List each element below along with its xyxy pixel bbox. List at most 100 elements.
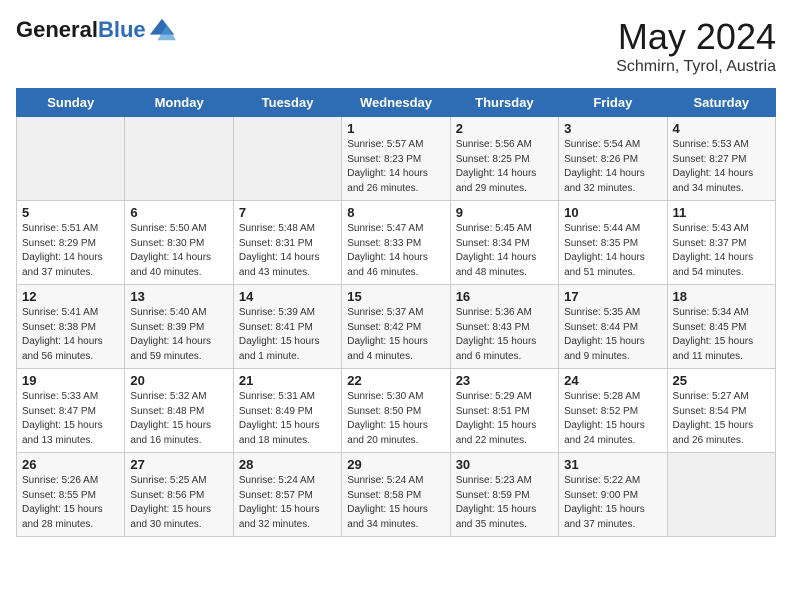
calendar-cell [667, 453, 775, 537]
day-info: Sunrise: 5:45 AMSunset: 8:34 PMDaylight:… [456, 222, 553, 280]
day-info: Sunrise: 5:44 AMSunset: 8:35 PMDaylight:… [564, 222, 661, 280]
calendar-cell: 23 Sunrise: 5:29 AMSunset: 8:51 PMDaylig… [450, 369, 558, 453]
calendar-week-1: 1 Sunrise: 5:57 AMSunset: 8:23 PMDayligh… [17, 117, 776, 201]
day-info: Sunrise: 5:36 AMSunset: 8:43 PMDaylight:… [456, 306, 553, 364]
calendar-cell: 7 Sunrise: 5:48 AMSunset: 8:31 PMDayligh… [233, 201, 341, 285]
day-number: 25 [673, 373, 770, 388]
day-number: 16 [456, 289, 553, 304]
day-header-friday: Friday [559, 89, 667, 117]
day-number: 5 [22, 205, 119, 220]
calendar-cell: 6 Sunrise: 5:50 AMSunset: 8:30 PMDayligh… [125, 201, 233, 285]
calendar-cell: 11 Sunrise: 5:43 AMSunset: 8:37 PMDaylig… [667, 201, 775, 285]
calendar-cell: 9 Sunrise: 5:45 AMSunset: 8:34 PMDayligh… [450, 201, 558, 285]
day-info: Sunrise: 5:33 AMSunset: 8:47 PMDaylight:… [22, 390, 119, 448]
day-number: 19 [22, 373, 119, 388]
day-number: 21 [239, 373, 336, 388]
calendar-cell: 30 Sunrise: 5:23 AMSunset: 8:59 PMDaylig… [450, 453, 558, 537]
calendar-cell: 26 Sunrise: 5:26 AMSunset: 8:55 PMDaylig… [17, 453, 125, 537]
header-row: SundayMondayTuesdayWednesdayThursdayFrid… [17, 89, 776, 117]
day-info: Sunrise: 5:24 AMSunset: 8:58 PMDaylight:… [347, 474, 444, 532]
day-header-tuesday: Tuesday [233, 89, 341, 117]
day-number: 29 [347, 457, 444, 472]
day-info: Sunrise: 5:27 AMSunset: 8:54 PMDaylight:… [673, 390, 770, 448]
day-number: 7 [239, 205, 336, 220]
day-number: 4 [673, 121, 770, 136]
day-info: Sunrise: 5:47 AMSunset: 8:33 PMDaylight:… [347, 222, 444, 280]
day-header-thursday: Thursday [450, 89, 558, 117]
day-info: Sunrise: 5:34 AMSunset: 8:45 PMDaylight:… [673, 306, 770, 364]
calendar-cell: 5 Sunrise: 5:51 AMSunset: 8:29 PMDayligh… [17, 201, 125, 285]
day-number: 27 [130, 457, 227, 472]
day-info: Sunrise: 5:53 AMSunset: 8:27 PMDaylight:… [673, 138, 770, 196]
day-info: Sunrise: 5:37 AMSunset: 8:42 PMDaylight:… [347, 306, 444, 364]
day-number: 15 [347, 289, 444, 304]
calendar-cell: 28 Sunrise: 5:24 AMSunset: 8:57 PMDaylig… [233, 453, 341, 537]
calendar-cell: 12 Sunrise: 5:41 AMSunset: 8:38 PMDaylig… [17, 285, 125, 369]
day-number: 8 [347, 205, 444, 220]
calendar-cell: 22 Sunrise: 5:30 AMSunset: 8:50 PMDaylig… [342, 369, 450, 453]
calendar-cell: 1 Sunrise: 5:57 AMSunset: 8:23 PMDayligh… [342, 117, 450, 201]
calendar-cell: 13 Sunrise: 5:40 AMSunset: 8:39 PMDaylig… [125, 285, 233, 369]
day-info: Sunrise: 5:22 AMSunset: 9:00 PMDaylight:… [564, 474, 661, 532]
calendar-cell: 16 Sunrise: 5:36 AMSunset: 8:43 PMDaylig… [450, 285, 558, 369]
calendar-cell: 14 Sunrise: 5:39 AMSunset: 8:41 PMDaylig… [233, 285, 341, 369]
calendar-cell: 18 Sunrise: 5:34 AMSunset: 8:45 PMDaylig… [667, 285, 775, 369]
day-info: Sunrise: 5:28 AMSunset: 8:52 PMDaylight:… [564, 390, 661, 448]
location-title: Schmirn, Tyrol, Austria [616, 58, 776, 76]
day-info: Sunrise: 5:57 AMSunset: 8:23 PMDaylight:… [347, 138, 444, 196]
day-info: Sunrise: 5:43 AMSunset: 8:37 PMDaylight:… [673, 222, 770, 280]
calendar-week-3: 12 Sunrise: 5:41 AMSunset: 8:38 PMDaylig… [17, 285, 776, 369]
calendar-cell [125, 117, 233, 201]
calendar-cell: 2 Sunrise: 5:56 AMSunset: 8:25 PMDayligh… [450, 117, 558, 201]
day-info: Sunrise: 5:56 AMSunset: 8:25 PMDaylight:… [456, 138, 553, 196]
day-info: Sunrise: 5:32 AMSunset: 8:48 PMDaylight:… [130, 390, 227, 448]
calendar-cell: 24 Sunrise: 5:28 AMSunset: 8:52 PMDaylig… [559, 369, 667, 453]
calendar-cell [17, 117, 125, 201]
day-number: 24 [564, 373, 661, 388]
day-info: Sunrise: 5:41 AMSunset: 8:38 PMDaylight:… [22, 306, 119, 364]
calendar-cell: 21 Sunrise: 5:31 AMSunset: 8:49 PMDaylig… [233, 369, 341, 453]
calendar-cell: 19 Sunrise: 5:33 AMSunset: 8:47 PMDaylig… [17, 369, 125, 453]
calendar-cell: 3 Sunrise: 5:54 AMSunset: 8:26 PMDayligh… [559, 117, 667, 201]
calendar-cell: 4 Sunrise: 5:53 AMSunset: 8:27 PMDayligh… [667, 117, 775, 201]
day-number: 14 [239, 289, 336, 304]
calendar-week-4: 19 Sunrise: 5:33 AMSunset: 8:47 PMDaylig… [17, 369, 776, 453]
day-info: Sunrise: 5:54 AMSunset: 8:26 PMDaylight:… [564, 138, 661, 196]
day-number: 23 [456, 373, 553, 388]
day-number: 26 [22, 457, 119, 472]
calendar-cell: 29 Sunrise: 5:24 AMSunset: 8:58 PMDaylig… [342, 453, 450, 537]
page-header: GeneralBlue May 2024 Schmirn, Tyrol, Aus… [16, 16, 776, 76]
day-number: 22 [347, 373, 444, 388]
day-number: 31 [564, 457, 661, 472]
day-number: 13 [130, 289, 227, 304]
calendar-cell: 25 Sunrise: 5:27 AMSunset: 8:54 PMDaylig… [667, 369, 775, 453]
day-number: 18 [673, 289, 770, 304]
day-info: Sunrise: 5:29 AMSunset: 8:51 PMDaylight:… [456, 390, 553, 448]
day-number: 12 [22, 289, 119, 304]
day-number: 11 [673, 205, 770, 220]
day-number: 6 [130, 205, 227, 220]
calendar-cell: 10 Sunrise: 5:44 AMSunset: 8:35 PMDaylig… [559, 201, 667, 285]
calendar-cell: 15 Sunrise: 5:37 AMSunset: 8:42 PMDaylig… [342, 285, 450, 369]
day-number: 17 [564, 289, 661, 304]
day-header-monday: Monday [125, 89, 233, 117]
day-info: Sunrise: 5:48 AMSunset: 8:31 PMDaylight:… [239, 222, 336, 280]
day-number: 20 [130, 373, 227, 388]
day-number: 3 [564, 121, 661, 136]
day-number: 10 [564, 205, 661, 220]
logo: GeneralBlue [16, 16, 176, 44]
day-number: 2 [456, 121, 553, 136]
calendar-cell: 20 Sunrise: 5:32 AMSunset: 8:48 PMDaylig… [125, 369, 233, 453]
day-number: 9 [456, 205, 553, 220]
day-info: Sunrise: 5:31 AMSunset: 8:49 PMDaylight:… [239, 390, 336, 448]
calendar-cell: 27 Sunrise: 5:25 AMSunset: 8:56 PMDaylig… [125, 453, 233, 537]
day-info: Sunrise: 5:35 AMSunset: 8:44 PMDaylight:… [564, 306, 661, 364]
calendar-cell: 17 Sunrise: 5:35 AMSunset: 8:44 PMDaylig… [559, 285, 667, 369]
day-info: Sunrise: 5:39 AMSunset: 8:41 PMDaylight:… [239, 306, 336, 364]
day-info: Sunrise: 5:23 AMSunset: 8:59 PMDaylight:… [456, 474, 553, 532]
calendar-cell: 8 Sunrise: 5:47 AMSunset: 8:33 PMDayligh… [342, 201, 450, 285]
calendar-cell: 31 Sunrise: 5:22 AMSunset: 9:00 PMDaylig… [559, 453, 667, 537]
logo-text: GeneralBlue [16, 18, 146, 42]
day-header-saturday: Saturday [667, 89, 775, 117]
calendar-table: SundayMondayTuesdayWednesdayThursdayFrid… [16, 88, 776, 537]
